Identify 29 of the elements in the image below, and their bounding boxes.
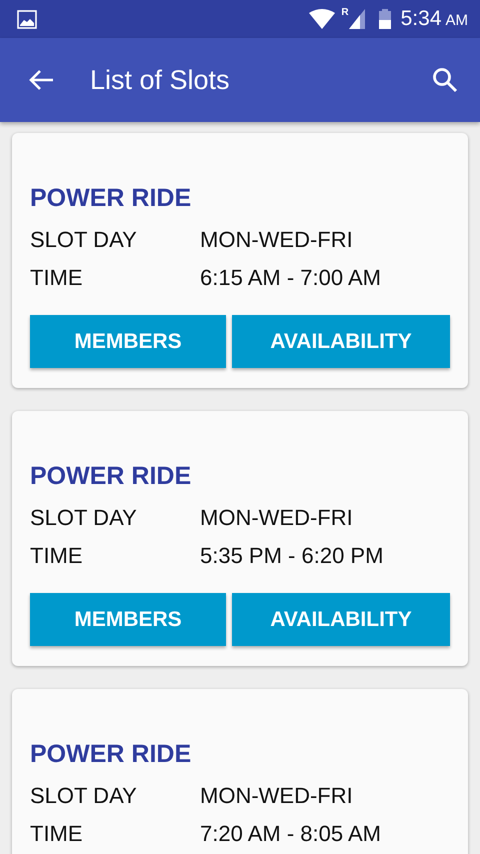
field-label: TIME [30,820,84,848]
field-value: MON-WED-FRI [200,226,353,254]
wifi-icon [309,9,336,29]
field-value: 6:15 AM - 7:00 AM [200,264,381,292]
clock-period: AM [446,12,468,29]
availability-button[interactable]: AVAILABILITY [232,315,450,368]
members-button[interactable]: MEMBERS [30,315,226,368]
field-value: MON-WED-FRI [200,782,353,810]
slot-title: POWER RIDE [30,183,192,213]
slot-title: POWER RIDE [30,461,192,491]
field-label: SLOT DAY [30,504,138,532]
field-label: TIME [30,542,84,570]
members-button[interactable]: MEMBERS [30,593,226,646]
field-label: SLOT DAY [30,226,138,254]
field-value: 5:35 PM - 6:20 PM [200,542,384,570]
clock-time: 5:34 [400,7,442,31]
slot-title: POWER RIDE [30,739,192,769]
field-value: MON-WED-FRI [200,504,353,532]
back-arrow-icon[interactable] [28,69,54,91]
search-icon[interactable] [432,67,458,93]
network-label: R [341,6,349,18]
screen-title: List of Slots [90,64,231,96]
field-value: 7:20 AM - 8:05 AM [200,820,381,848]
battery-icon [378,9,391,29]
field-label: TIME [30,264,84,292]
signal-icon [348,9,365,29]
image-icon [17,10,37,28]
availability-button[interactable]: AVAILABILITY [232,593,450,646]
field-label: SLOT DAY [30,782,138,810]
